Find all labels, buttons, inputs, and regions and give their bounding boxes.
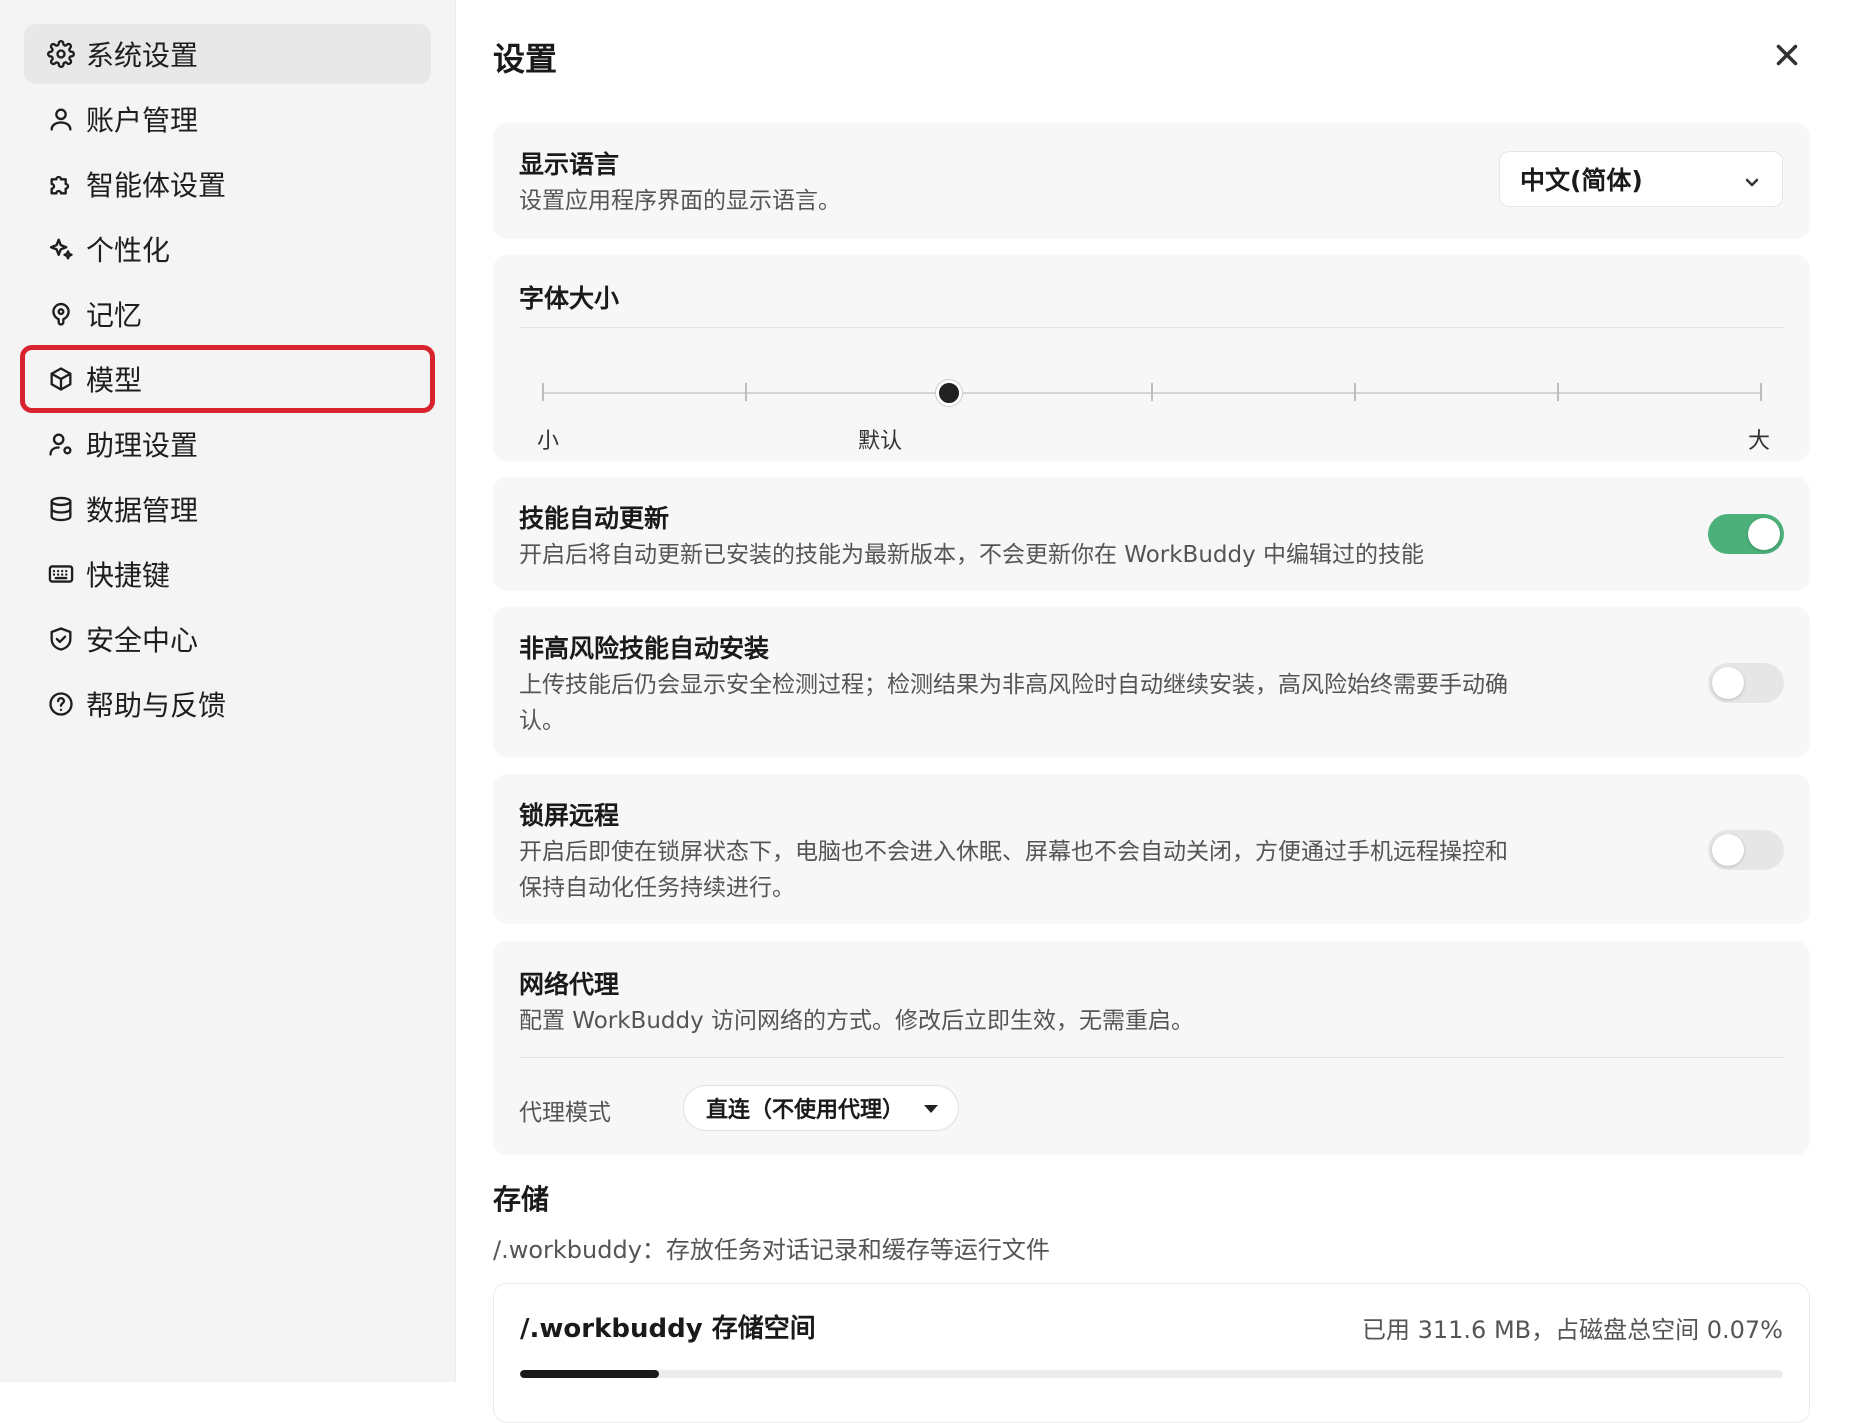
lock-remote-desc: 开启后即使在锁屏状态下，电脑也不会进入休眠、屏幕也不会自动关闭，方便通过手机远程… — [519, 839, 1508, 901]
font-size-title: 字体大小 — [519, 284, 620, 313]
keyboard-icon — [46, 559, 76, 589]
sidebar-item-label: 个性化 — [86, 234, 171, 267]
storage-section-desc: /.workbuddy：存放任务对话记录和缓存等运行文件 — [493, 1236, 1050, 1264]
proxy-mode-label: 代理模式 — [519, 1100, 611, 1126]
storage-usage-bar — [520, 1370, 1783, 1378]
skill-update-card: 技能自动更新 开启后将自动更新已安装的技能为最新版本，不会更新你在 WorkBu… — [493, 477, 1810, 591]
divider — [519, 1057, 1784, 1058]
help-circle-icon — [46, 689, 76, 719]
gear-icon — [46, 39, 76, 69]
proxy-mode-select[interactable]: 直连（不使用代理） — [683, 1085, 959, 1131]
sparkle-icon — [46, 234, 76, 264]
settings-main: 设置 显示语言 设置应用程序界面的显示语言。 中文(简体) 字体大小 小 默认 — [456, 0, 1850, 1423]
sidebar-item-data-management[interactable]: 数据管理 — [24, 479, 431, 539]
sidebar-item-label: 快捷键 — [86, 559, 171, 592]
proxy-desc: 配置 WorkBuddy 访问网络的方式。修改后立即生效，无需重启。 — [519, 1008, 1195, 1034]
toggle-knob — [1712, 667, 1744, 699]
font-size-label-large: 大 — [1748, 429, 1771, 454]
caret-down-icon — [924, 1105, 938, 1113]
close-icon — [1776, 44, 1798, 66]
language-card: 显示语言 设置应用程序界面的显示语言。 中文(简体) — [493, 123, 1810, 239]
sidebar-item-security-center[interactable]: 安全中心 — [24, 609, 431, 669]
toggle-knob — [1748, 518, 1780, 550]
slider-thumb[interactable] — [936, 380, 962, 406]
sidebar-item-label: 记忆 — [86, 299, 143, 332]
sidebar-item-personalization[interactable]: 个性化 — [24, 219, 431, 279]
auto-install-toggle[interactable] — [1708, 663, 1784, 703]
font-size-slider[interactable] — [542, 373, 1762, 413]
database-icon — [46, 494, 76, 524]
slider-tick — [745, 383, 747, 401]
skill-update-desc: 开启后将自动更新已安装的技能为最新版本，不会更新你在 WorkBuddy 中编辑… — [519, 542, 1425, 568]
slider-tick — [1557, 383, 1559, 401]
storage-card: /.workbuddy 存储空间 已用 311.6 MB，占磁盘总空间 0.07… — [493, 1283, 1810, 1423]
storage-usage-fill — [520, 1370, 659, 1378]
storage-usage: 已用 311.6 MB，占磁盘总空间 0.07% — [1361, 1316, 1783, 1344]
language-select-value: 中文(简体) — [1520, 166, 1643, 195]
sidebar-item-agent-settings[interactable]: 智能体设置 — [24, 154, 431, 214]
user-icon — [46, 104, 76, 134]
divider — [519, 327, 1784, 328]
sidebar-item-label: 助理设置 — [86, 429, 199, 462]
language-select[interactable]: 中文(简体) — [1499, 151, 1783, 207]
language-desc: 设置应用程序界面的显示语言。 — [519, 188, 841, 214]
auto-install-card: 非高风险技能自动安装 上传技能后仍会显示安全检测过程；检测结果为非高风险时自动继… — [493, 607, 1810, 757]
puzzle-icon — [46, 169, 76, 199]
page-title: 设置 — [493, 40, 558, 78]
proxy-mode-value: 直连（不使用代理） — [706, 1098, 905, 1123]
skill-update-title: 技能自动更新 — [519, 504, 670, 533]
skill-update-toggle[interactable] — [1708, 514, 1784, 554]
close-button[interactable] — [1770, 38, 1804, 72]
brain-icon — [46, 299, 76, 329]
language-title: 显示语言 — [519, 150, 620, 179]
slider-tick — [1354, 383, 1356, 401]
storage-section-title: 存储 — [493, 1183, 550, 1216]
user-gear-icon — [46, 429, 76, 459]
slider-tick — [1760, 383, 1762, 401]
lock-remote-card: 锁屏远程 开启后即使在锁屏状态下，电脑也不会进入休眠、屏幕也不会自动关闭，方便通… — [493, 774, 1810, 924]
slider-tick — [542, 383, 544, 401]
sidebar-item-label: 系统设置 — [86, 39, 199, 72]
toggle-knob — [1712, 834, 1744, 866]
proxy-card: 网络代理 配置 WorkBuddy 访问网络的方式。修改后立即生效，无需重启。 … — [493, 941, 1810, 1155]
sidebar: 系统设置 账户管理 智能体设置 个性化 记忆 模型 助理设置 数据管理 快捷键 … — [0, 0, 456, 1382]
sidebar-item-memory[interactable]: 记忆 — [24, 284, 431, 344]
sidebar-item-assistant-settings[interactable]: 助理设置 — [24, 414, 431, 474]
sidebar-item-label: 模型 — [86, 364, 143, 397]
lock-remote-toggle[interactable] — [1708, 830, 1784, 870]
lock-remote-title: 锁屏远程 — [519, 801, 620, 830]
slider-tick — [1151, 383, 1153, 401]
font-size-label-small: 小 — [537, 429, 560, 454]
sidebar-item-account[interactable]: 账户管理 — [24, 89, 431, 149]
shield-icon — [46, 624, 76, 654]
sidebar-item-help-feedback[interactable]: 帮助与反馈 — [24, 674, 431, 734]
chevron-down-icon — [1742, 169, 1762, 189]
cube-icon — [46, 364, 76, 394]
sidebar-item-label: 账户管理 — [86, 104, 199, 137]
font-size-label-default: 默认 — [858, 429, 903, 454]
sidebar-item-model[interactable]: 模型 — [20, 345, 435, 413]
proxy-title: 网络代理 — [519, 970, 620, 999]
sidebar-item-label: 安全中心 — [86, 624, 199, 657]
sidebar-item-system-settings[interactable]: 系统设置 — [24, 24, 431, 84]
auto-install-title: 非高风险技能自动安装 — [519, 634, 770, 663]
font-size-card: 字体大小 小 默认 大 — [493, 255, 1810, 461]
settings-window: 系统设置 账户管理 智能体设置 个性化 记忆 模型 助理设置 数据管理 快捷键 … — [0, 0, 1850, 1423]
storage-card-title: /.workbuddy 存储空间 — [520, 1314, 816, 1344]
auto-install-desc: 上传技能后仍会显示安全检测过程；检测结果为非高风险时自动继续安装，高风险始终需要… — [519, 672, 1508, 734]
sidebar-item-label: 智能体设置 — [86, 169, 227, 202]
sidebar-item-label: 数据管理 — [86, 494, 199, 527]
sidebar-item-shortcuts[interactable]: 快捷键 — [24, 544, 431, 604]
sidebar-item-label: 帮助与反馈 — [86, 689, 227, 722]
